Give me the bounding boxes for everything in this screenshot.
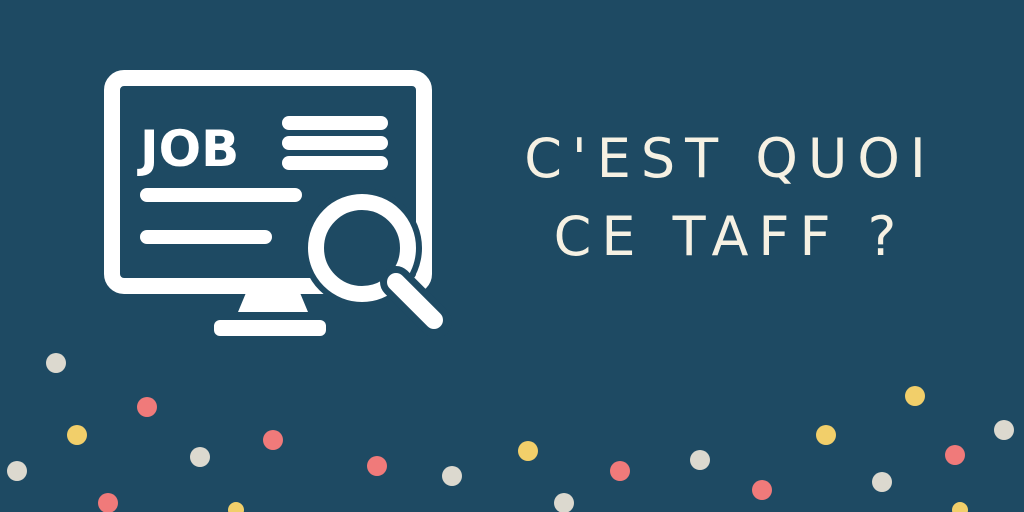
dot — [554, 493, 574, 512]
headline-line-2: CE TAFF ? — [553, 205, 907, 268]
dot — [945, 445, 965, 465]
headline-line-1: C'EST QUOI — [524, 127, 936, 190]
dot — [67, 425, 87, 445]
dot — [905, 386, 925, 406]
dot — [367, 456, 387, 476]
dot — [7, 461, 27, 481]
job-label: JOB — [137, 120, 239, 178]
dot — [137, 397, 157, 417]
banner: JOB C'EST QUOI CE TAFF ? — [0, 0, 1024, 512]
dot — [872, 472, 892, 492]
dot — [442, 466, 462, 486]
dot — [994, 420, 1014, 440]
dot — [263, 430, 283, 450]
dot — [190, 447, 210, 467]
dot — [952, 502, 968, 512]
dot — [752, 480, 772, 500]
dot — [816, 425, 836, 445]
dot — [690, 450, 710, 470]
dot — [46, 353, 66, 373]
headline: C'EST QUOI CE TAFF ? — [470, 120, 990, 276]
dot — [98, 493, 118, 512]
dot — [228, 502, 244, 512]
job-search-monitor-icon: JOB — [104, 70, 452, 338]
dot — [518, 441, 538, 461]
dot — [610, 461, 630, 481]
